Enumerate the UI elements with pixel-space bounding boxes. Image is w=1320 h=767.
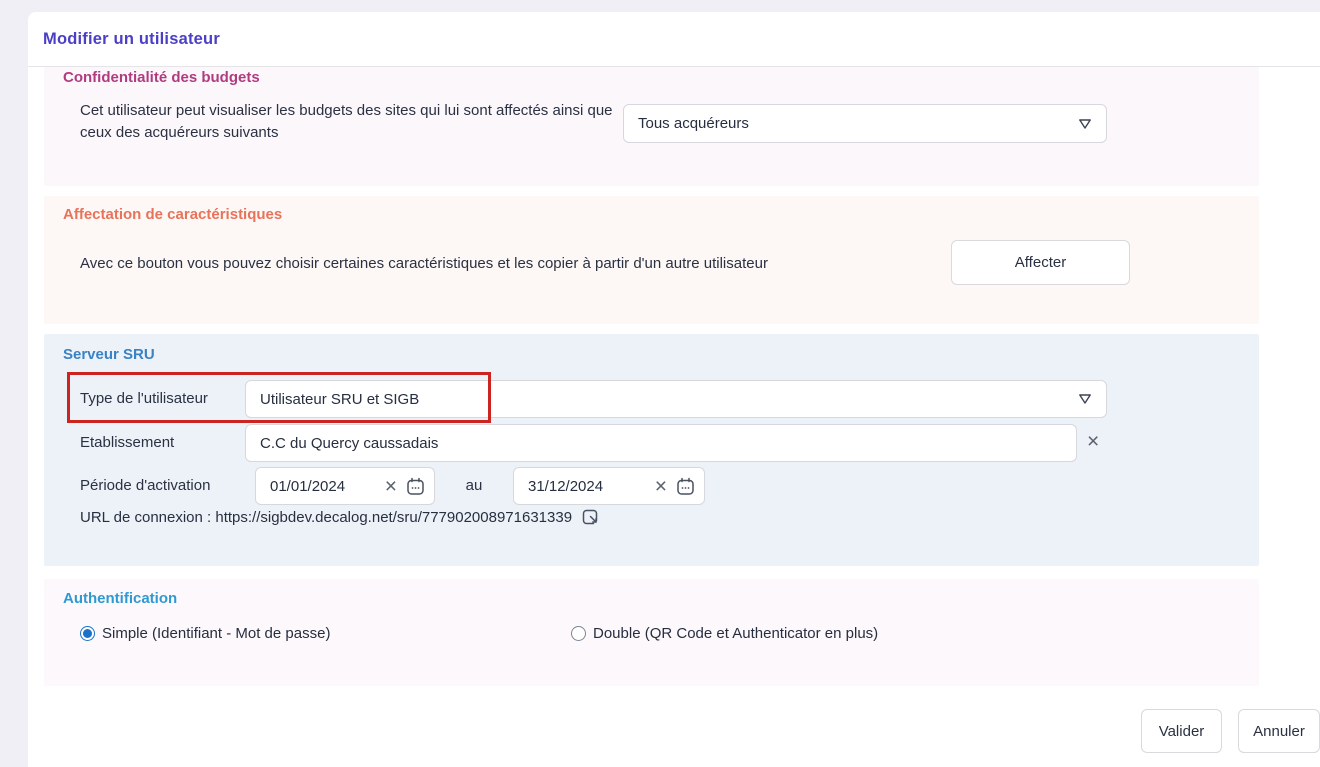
radio-simple-selected[interactable] — [80, 626, 95, 641]
connection-url-text: URL de connexion : https://sigbdev.decal… — [80, 509, 572, 526]
establishment-clear-icon[interactable]: × — [1087, 431, 1099, 452]
section-characteristics-title: Affectation de caractéristiques — [63, 206, 282, 223]
establishment-label: Etablissement — [80, 434, 174, 451]
user-type-dropdown[interactable]: Utilisateur SRU et SIGB — [245, 380, 1107, 418]
date-to-field[interactable]: × — [513, 467, 705, 505]
date-to-input[interactable] — [528, 478, 647, 495]
chevron-down-icon — [1078, 118, 1092, 130]
edit-user-modal: Modifier un utilisateur Confidentialité … — [28, 12, 1320, 767]
section-budgets-title: Confidentialité des budgets — [63, 69, 260, 86]
date-from-field[interactable]: × — [255, 467, 435, 505]
copy-url-icon[interactable] — [581, 507, 600, 528]
period-to-label: au — [435, 477, 513, 494]
chevron-down-icon — [1078, 393, 1092, 405]
calendar-icon[interactable] — [406, 477, 425, 496]
budgets-description: Cet utilisateur peut visualiser les budg… — [80, 100, 640, 144]
user-type-dropdown-value: Utilisateur SRU et SIGB — [260, 391, 1078, 408]
section-budgets-confidentiality: Confidentialité des budgets Cet utilisat… — [44, 67, 1259, 186]
section-characteristics-assignment: Affectation de caractéristiques Avec ce … — [44, 196, 1259, 324]
page-title: Modifier un utilisateur — [43, 30, 220, 49]
date-from-input[interactable] — [270, 478, 377, 495]
date-from-clear-icon[interactable]: × — [385, 476, 397, 497]
assign-button[interactable]: Affecter — [951, 240, 1130, 285]
user-type-label: Type de l'utilisateur — [80, 390, 208, 407]
modal-content: Confidentialité des budgets Cet utilisat… — [44, 67, 1320, 767]
characteristics-description: Avec ce bouton vous pouvez choisir certa… — [80, 253, 900, 275]
establishment-field[interactable] — [245, 424, 1077, 462]
establishment-input[interactable] — [260, 435, 1062, 452]
cancel-button[interactable]: Annuler — [1238, 709, 1320, 753]
radio-option-double[interactable]: Double (QR Code et Authenticator en plus… — [571, 625, 878, 642]
acquirers-dropdown-value: Tous acquéreurs — [638, 115, 1078, 132]
date-to-clear-icon[interactable]: × — [655, 476, 667, 497]
radio-double-label: Double (QR Code et Authenticator en plus… — [593, 625, 878, 642]
section-sru-title: Serveur SRU — [63, 346, 155, 363]
radio-simple-label: Simple (Identifiant - Mot de passe) — [102, 625, 330, 642]
activation-period-label: Période d'activation — [80, 477, 210, 494]
submit-button[interactable]: Valider — [1141, 709, 1222, 753]
section-authentication-title: Authentification — [63, 590, 177, 607]
radio-option-simple[interactable]: Simple (Identifiant - Mot de passe) — [80, 625, 330, 642]
section-sru-server: Serveur SRU Type de l'utilisateur Utilis… — [44, 334, 1259, 566]
connection-url-row: URL de connexion : https://sigbdev.decal… — [80, 507, 600, 528]
authentication-options: Simple (Identifiant - Mot de passe) Doub… — [44, 625, 1259, 645]
section-authentication: Authentification Simple (Identifiant - M… — [44, 579, 1259, 686]
calendar-icon[interactable] — [676, 477, 695, 496]
radio-double-unselected[interactable] — [571, 626, 586, 641]
acquirers-dropdown[interactable]: Tous acquéreurs — [623, 104, 1107, 143]
